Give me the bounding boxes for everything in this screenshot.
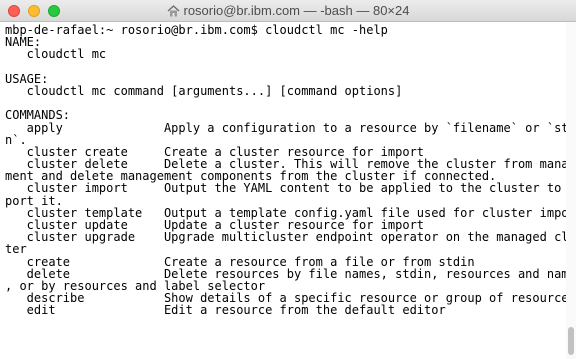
terminal-line: cluster upgrade Upgrade multicluster end… bbox=[5, 230, 566, 245]
terminal-line: ter bbox=[5, 242, 27, 257]
terminal-window: rosorio@br.ibm.com — -bash — 80×24 mbp-d… bbox=[0, 0, 576, 359]
vertical-scrollbar[interactable] bbox=[566, 22, 576, 359]
terminal-line: edit Edit a resource from the default ed… bbox=[5, 303, 446, 318]
command-prompt-line: mbp-de-rafael:~ rosorio@br.ibm.com$ clou… bbox=[5, 23, 388, 37]
terminal-line: cloudctl mc bbox=[5, 47, 107, 62]
terminal-line: COMMANDS: bbox=[5, 108, 71, 123]
terminal-line: create Create a resource from a file or … bbox=[5, 254, 475, 269]
scrollbar-thumb[interactable] bbox=[568, 327, 574, 355]
home-folder-icon bbox=[167, 5, 180, 20]
terminal-line: cluster import Output the YAML content t… bbox=[5, 181, 566, 196]
window-title-area: rosorio@br.ibm.com — -bash — 80×24 bbox=[0, 3, 576, 20]
terminal-line: port it. bbox=[5, 193, 63, 208]
window-title: rosorio@br.ibm.com — -bash — 80×24 bbox=[183, 3, 410, 18]
terminal-line: apply Apply a configuration to a resourc… bbox=[5, 120, 566, 135]
title-bar[interactable]: rosorio@br.ibm.com — -bash — 80×24 bbox=[0, 0, 576, 22]
terminal-line: cloudctl mc command [arguments...] [comm… bbox=[5, 83, 403, 98]
terminal-output[interactable]: mbp-de-rafael:~ rosorio@br.ibm.com$ clou… bbox=[0, 22, 566, 359]
